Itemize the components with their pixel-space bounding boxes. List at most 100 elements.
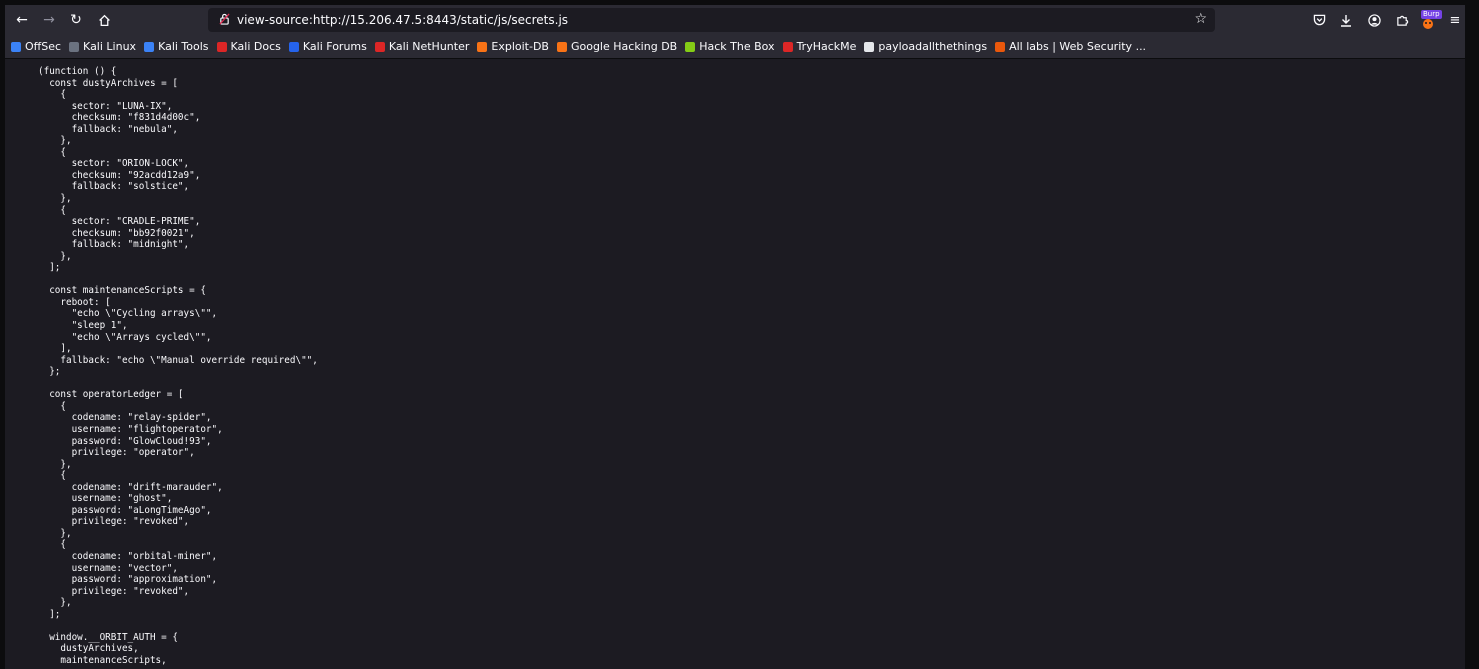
reload-button[interactable]: ↻	[65, 10, 87, 30]
bookmark-label: All labs | Web Security ...	[1009, 40, 1147, 53]
nethunter-icon	[374, 41, 385, 52]
source-line: const dustyArchives = [	[38, 77, 178, 89]
source-line: privilege: "revoked",	[38, 585, 190, 597]
burp-extension-button[interactable]: Burp	[1418, 10, 1442, 30]
kali-dragon-icon	[69, 41, 80, 52]
bookmark-item[interactable]: Hack The Box	[685, 40, 775, 53]
bookmark-item[interactable]: Exploit-DB	[477, 40, 549, 53]
arrow-right-icon: →	[43, 12, 55, 28]
bookmark-label: Kali NetHunter	[388, 40, 470, 53]
source-line: sector: "ORION-LOCK",	[38, 158, 190, 170]
home-button[interactable]	[93, 10, 115, 30]
source-line: (function () {	[38, 66, 117, 77]
source-line: window.__ORBIT_AUTH = {	[38, 631, 178, 643]
account-button[interactable]	[1364, 10, 1384, 30]
source-line: },	[38, 135, 72, 147]
source-line: const operatorLedger = [	[38, 389, 184, 401]
source-line: fallback: "echo \"Manual override requir…	[38, 354, 318, 366]
hamburger-menu-icon: ≡	[1449, 12, 1461, 28]
github-icon	[864, 41, 875, 52]
bookmark-label: Google Hacking DB	[570, 40, 678, 53]
source-line: codename: "orbital-miner",	[38, 550, 218, 562]
source-line: fallback: "nebula",	[38, 123, 178, 135]
bookmark-item[interactable]: Kali NetHunter	[374, 40, 470, 53]
source-line: codename: "drift-marauder",	[38, 481, 223, 493]
kali-tools-icon	[144, 41, 155, 52]
home-icon	[98, 14, 110, 26]
source-line: username: "ghost",	[38, 493, 173, 505]
source-line: password: "GlowCloud!93",	[38, 435, 212, 447]
portswigger-icon	[995, 41, 1006, 52]
kali-forums-icon	[288, 41, 299, 52]
source-line: {	[38, 539, 66, 551]
bookmark-star-icon[interactable]: ☆	[1194, 11, 1207, 27]
source-line: ];	[38, 262, 61, 274]
url-bar[interactable]: view-source:http://15.206.47.5:8443/stat…	[208, 8, 1215, 32]
bookmark-item[interactable]: Kali Docs	[216, 40, 281, 53]
source-line: checksum: "f831d4d00c",	[38, 112, 201, 124]
source-line: },	[38, 597, 72, 609]
source-line: {	[38, 146, 66, 158]
source-line: fallback: "midnight",	[38, 239, 190, 251]
puzzle-icon	[1396, 15, 1408, 26]
source-line: ];	[38, 608, 61, 620]
bookmark-item[interactable]: TryHackMe	[782, 40, 856, 53]
source-line: },	[38, 527, 72, 539]
source-line: reboot: [	[38, 296, 111, 308]
source-line: {	[38, 89, 66, 101]
download-icon	[1341, 14, 1351, 27]
bookmark-item[interactable]: Google Hacking DB	[556, 40, 678, 53]
scrollbar[interactable]	[1457, 60, 1465, 669]
source-line: {	[38, 204, 66, 216]
app-menu-button[interactable]: ≡	[1445, 10, 1465, 30]
source-line: maintenanceScripts,	[38, 654, 167, 666]
source-line: "echo \"Cycling arrays\"",	[38, 308, 218, 320]
bookmark-item[interactable]: All labs | Web Security ...	[995, 40, 1146, 53]
bookmarks-toolbar: OffSec Kali Linux Kali Tools Kali Docs Kali …	[5, 35, 1465, 59]
bookmark-label: Kali Forums	[302, 40, 367, 53]
offsec-icon	[11, 41, 21, 52]
page-content: (function () { const dustyArchives = [ {…	[5, 60, 1465, 669]
url-text: view-source:http://15.206.47.5:8443/stat…	[237, 13, 569, 27]
source-line: password: "aLongTimeAgo",	[38, 504, 212, 516]
arrow-left-icon: ←	[16, 12, 28, 28]
ghdb-icon	[556, 41, 567, 52]
source-line: },	[38, 250, 72, 262]
source-line: password: "approximation",	[38, 574, 218, 586]
source-line: {	[38, 400, 66, 412]
bookmark-label: Kali Tools	[158, 40, 209, 53]
source-code: (function () { const dustyArchives = [ {…	[38, 66, 318, 666]
source-line: username: "flightoperator",	[38, 423, 223, 435]
source-line: privilege: "operator",	[38, 447, 195, 459]
source-line: sector: "LUNA-IX",	[38, 100, 173, 112]
downloads-button[interactable]	[1336, 10, 1356, 30]
bookmark-item[interactable]: Kali Linux	[69, 40, 136, 53]
htb-cube-icon	[685, 41, 696, 52]
source-line: };	[38, 366, 61, 378]
source-line: checksum: "bb92f0021",	[38, 227, 195, 239]
bookmark-item[interactable]: Kali Forums	[288, 40, 367, 53]
pocket-button[interactable]	[1309, 10, 1329, 30]
insecure-lock-icon	[215, 13, 233, 28]
exploitdb-icon	[477, 41, 488, 52]
source-line: const maintenanceScripts = {	[38, 285, 206, 297]
bookmark-item[interactable]: OffSec	[11, 40, 61, 53]
bookmark-label: Hack The Box	[699, 40, 775, 53]
kali-docs-icon	[216, 41, 227, 52]
source-line: {	[38, 470, 66, 482]
account-icon	[1367, 13, 1381, 27]
browser-window: ← → ↻ view-source:http://15.206.47.5:844…	[5, 5, 1465, 669]
extensions-button[interactable]	[1392, 10, 1412, 30]
back-button[interactable]: ←	[11, 10, 33, 30]
bookmark-label: Kali Linux	[83, 40, 137, 53]
bookmark-item[interactable]: payloadallthethings	[864, 40, 987, 53]
tryhackme-icon	[782, 41, 793, 52]
burp-badge: Burp	[1421, 10, 1442, 19]
forward-button[interactable]: →	[38, 10, 60, 30]
source-line: codename: "relay-spider",	[38, 412, 212, 424]
bookmark-label: OffSec	[25, 40, 62, 53]
source-line: dustyArchives,	[38, 643, 139, 655]
source-line: "echo \"Arrays cycled\"",	[38, 331, 212, 343]
source-line: "sleep 1",	[38, 320, 128, 332]
bookmark-item[interactable]: Kali Tools	[144, 40, 209, 53]
